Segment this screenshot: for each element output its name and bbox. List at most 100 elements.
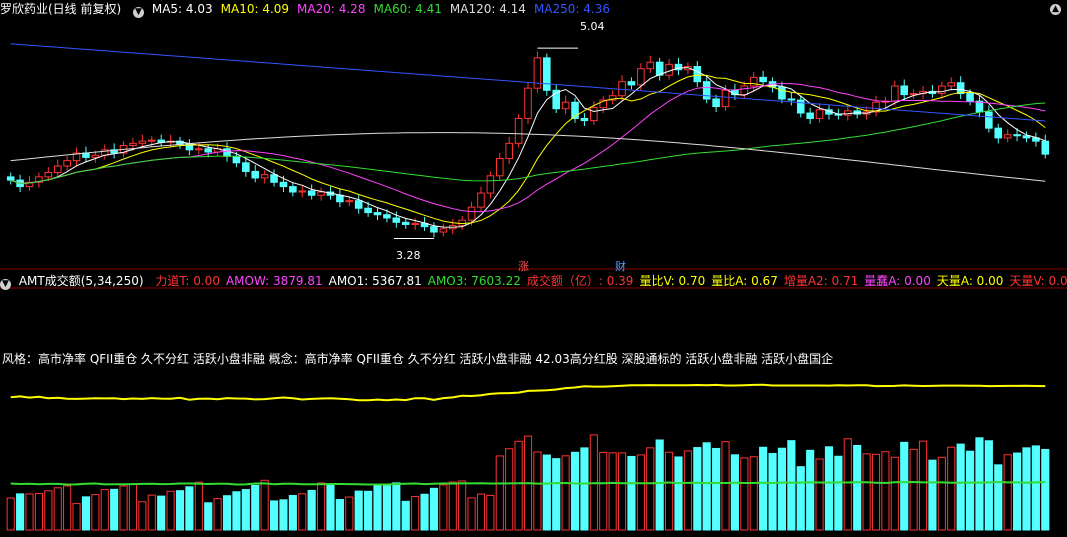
candle-body [900, 85, 909, 96]
candle-body [618, 81, 626, 97]
indicator-settings-icon[interactable]: ▼ [0, 279, 11, 290]
candle-body [467, 206, 476, 221]
volume-bar [411, 496, 420, 531]
ma-label-1: MA10: 4.09 [220, 2, 290, 16]
stock-concepts-annotation: 风格：高市净率 QFII重仓 久不分红 活跃小盘非融 概念：高市净率 QFII重… [2, 352, 834, 366]
candle-body [561, 101, 570, 110]
indicator-label-3: AMO3: 7603.22 [427, 274, 521, 288]
volume-bar [712, 447, 721, 531]
candle-body [966, 93, 974, 102]
candles [6, 51, 1050, 238]
candle-body [289, 186, 297, 193]
limit-up-signal[interactable]: 涨 [518, 258, 529, 274]
volume-bar [542, 454, 551, 531]
candle-body [956, 82, 965, 95]
volume-bar [166, 490, 175, 531]
stock-title[interactable]: 罗欣药业(日线 前复权) [0, 2, 121, 16]
volume-bar [288, 494, 297, 531]
ma-label-4: MA120: 4.14 [449, 2, 526, 16]
volume-bar [213, 498, 222, 531]
volume-bar [317, 482, 326, 531]
volume-bar [533, 451, 542, 531]
volume-bar [1013, 452, 1022, 531]
volume-bar [175, 490, 185, 531]
volume-bar [900, 441, 909, 531]
volume-bar [495, 455, 504, 531]
candle-body [721, 89, 730, 108]
volume-bar [279, 499, 288, 531]
volume-bar [721, 441, 730, 531]
candle-body [796, 99, 805, 114]
candle-body [195, 148, 203, 151]
volume-bar [1022, 447, 1031, 531]
volume-bar [392, 482, 401, 531]
candle-body [712, 98, 720, 108]
volume-bar [138, 501, 147, 531]
candle-body [778, 86, 786, 100]
candle-body [251, 170, 260, 179]
volume-bar [777, 447, 787, 531]
candle-body [392, 217, 401, 223]
candle-body [279, 181, 288, 188]
price-header: 罗欣药业(日线 前复权) ▼ MA5: 4.03 MA10: 4.09 MA20: … [0, 0, 626, 18]
volume-bar [871, 453, 881, 531]
candle-body [646, 61, 655, 70]
candle-body [543, 57, 551, 91]
candle-body [806, 112, 814, 119]
volume-bar [918, 440, 928, 531]
volume-bar [119, 485, 128, 531]
volume-bar [128, 483, 138, 531]
volume-bar [806, 449, 815, 531]
volume-bar [467, 497, 476, 531]
volume-bar [53, 487, 62, 531]
candle-body [749, 76, 758, 87]
volume-bar [627, 455, 636, 531]
indicator-title[interactable]: AMT成交额(5,34,250) [19, 274, 144, 288]
candle-body [486, 175, 495, 194]
candle-body [223, 148, 231, 157]
volume-bar [458, 480, 467, 531]
candle-body [891, 85, 899, 102]
volume-bar [345, 496, 354, 531]
candle-body [383, 214, 391, 219]
ma-label-5: MA250: 4.36 [533, 2, 610, 16]
volume-bar [34, 493, 43, 531]
volume-bar [749, 456, 758, 531]
candle-body [1013, 134, 1021, 137]
volume-bar [693, 447, 702, 531]
collapse-icon[interactable]: ▲ [1050, 4, 1061, 15]
candle-body [637, 68, 645, 86]
financial-report-signal[interactable]: 财 [615, 258, 626, 274]
volume-bar [646, 447, 655, 531]
candle-body [260, 174, 269, 179]
indicator-label-0: 力道T: 0.00 [155, 274, 220, 288]
volume-yellow-line [10, 383, 1046, 402]
volume-bar [956, 443, 965, 531]
candle-body [580, 117, 589, 122]
volume-bar [241, 489, 250, 531]
candle-body [401, 221, 410, 225]
candle-body [345, 200, 354, 203]
candle-body [787, 98, 796, 101]
price-chart[interactable] [0, 0, 1067, 537]
volume-bar [269, 500, 279, 531]
indicator-legend: 力道T: 0.00 AMOW: 3879.81 AMO1: 5367.81 AMO3:… [155, 274, 1067, 288]
candle-body [307, 190, 316, 196]
indicator-label-5: 量比V: 0.70 [639, 274, 706, 288]
volume-bar [937, 456, 946, 531]
volume-bar [505, 448, 514, 531]
candle-body [458, 219, 466, 227]
candle-body [242, 162, 250, 172]
settings-icon[interactable]: ▼ [133, 7, 145, 18]
volume-bar [476, 493, 486, 531]
volume-bar [759, 446, 768, 531]
candle-body [270, 174, 278, 183]
volume-bar [157, 495, 166, 531]
volume-bar [382, 484, 391, 531]
candle-body [1003, 134, 1012, 139]
volume-bar [655, 439, 664, 531]
volume-bar [730, 454, 739, 531]
volume-bar [514, 440, 523, 531]
indicator-label-6: 量比A: 0.67 [711, 274, 778, 288]
ma-label-3: MA60: 4.41 [373, 2, 442, 16]
